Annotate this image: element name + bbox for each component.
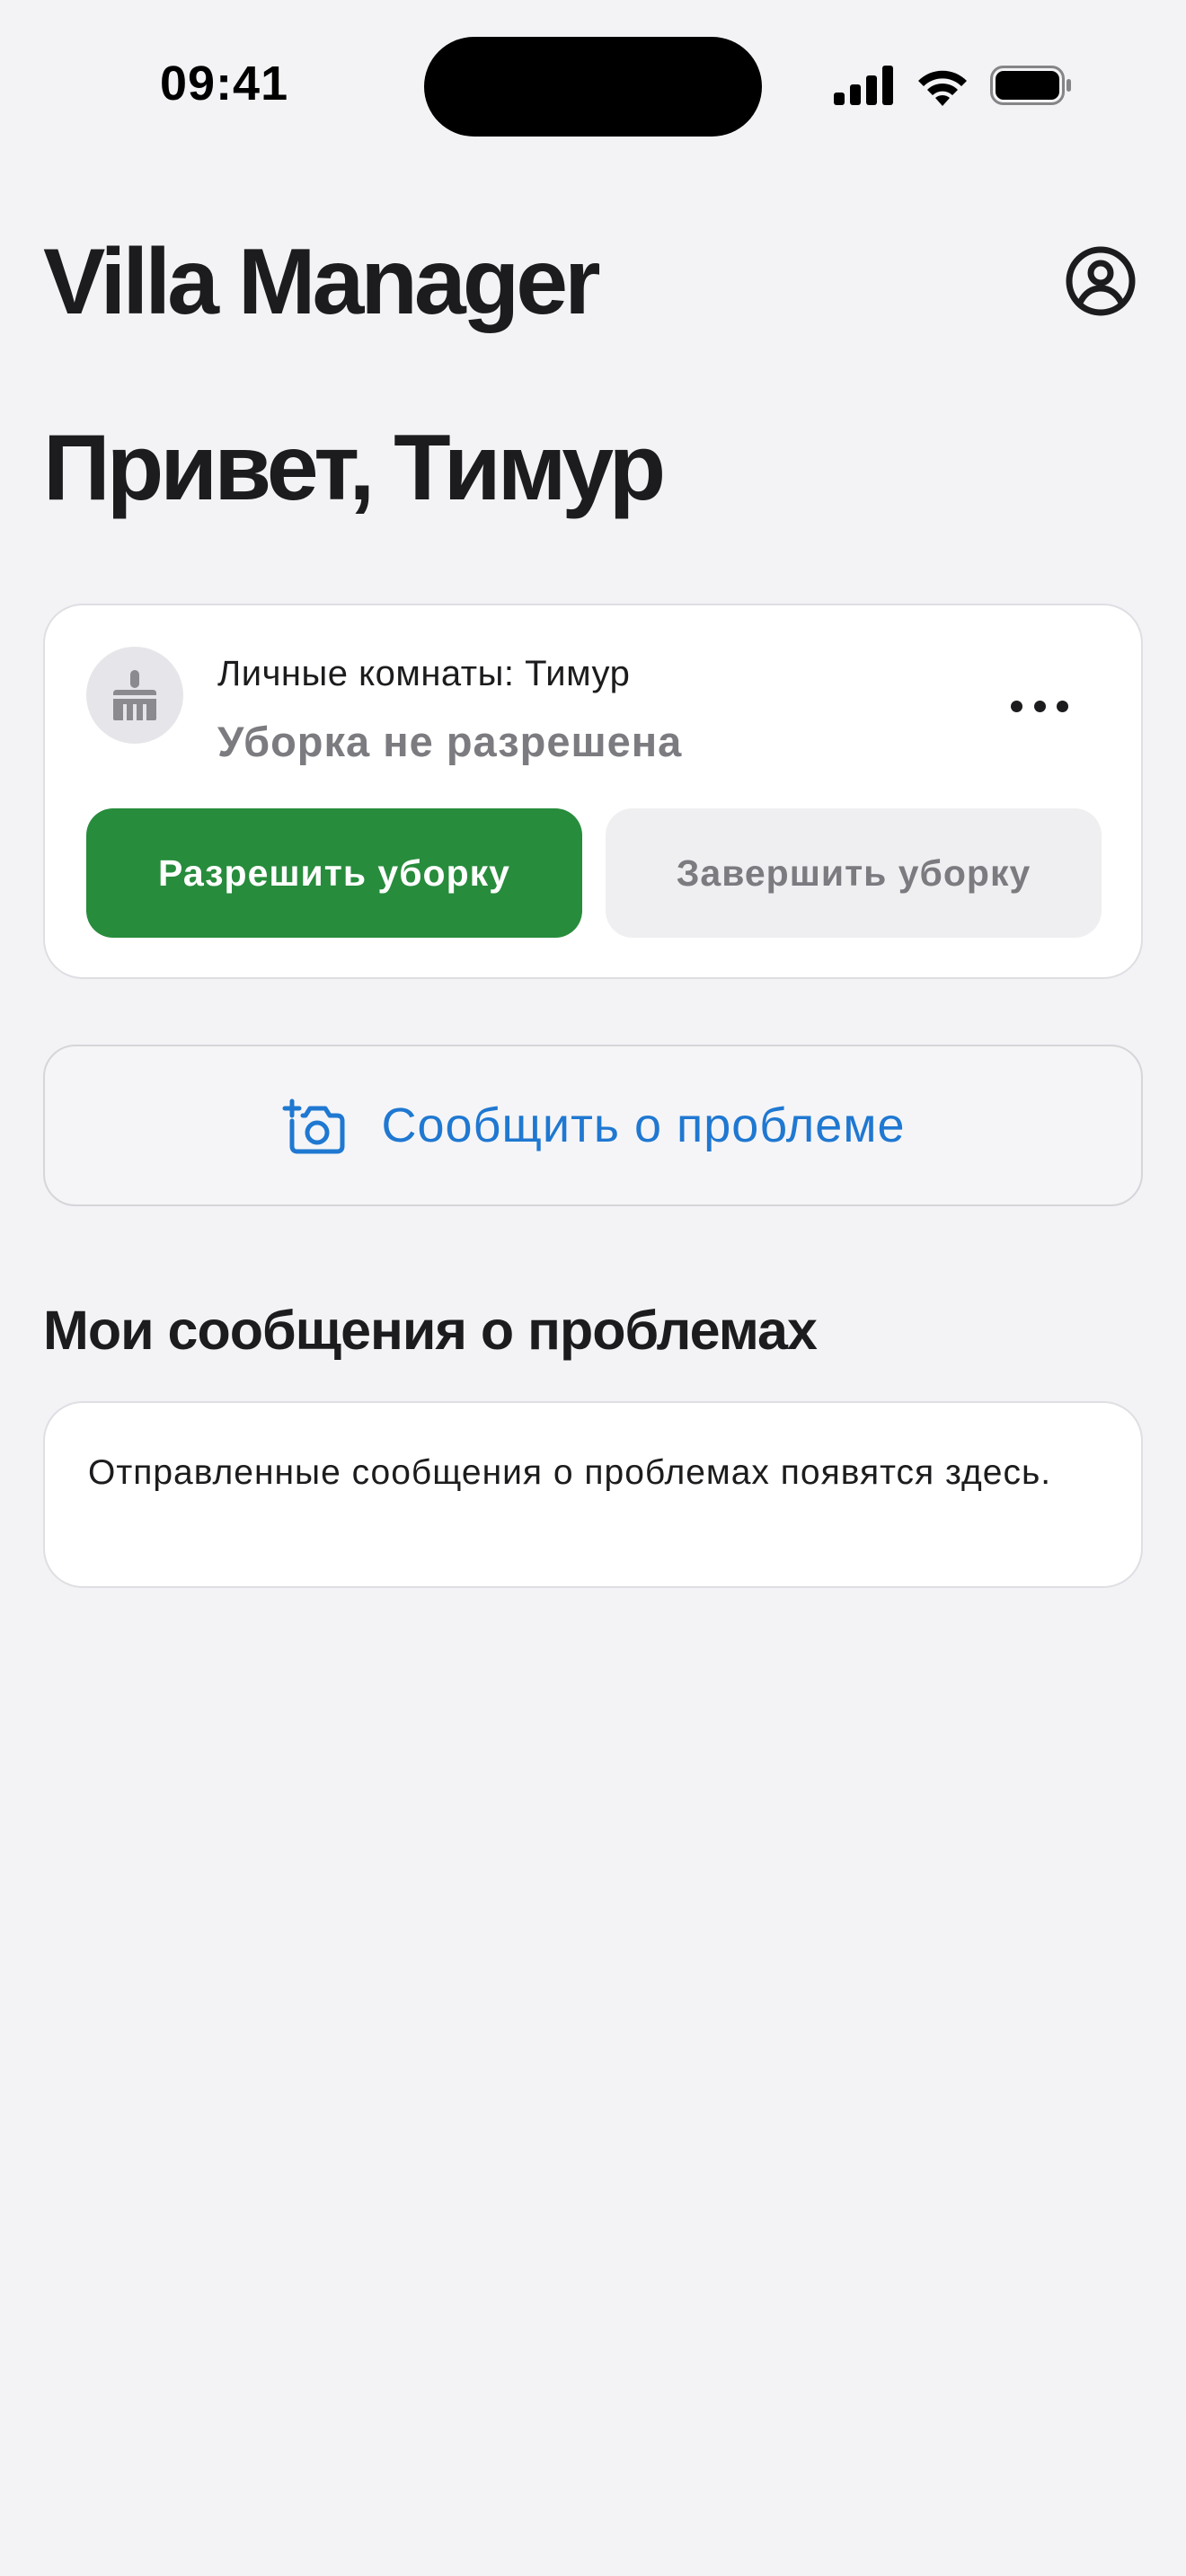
reports-empty-text: Отправленные сообщения о проблемах появя… xyxy=(88,1453,1052,1492)
greeting-heading: Привет, Тимур xyxy=(43,416,666,520)
cellular-signal-icon xyxy=(834,66,893,105)
allow-cleaning-button[interactable]: Разрешить уборку xyxy=(86,808,582,938)
cleaning-status: Уборка не разрешена xyxy=(217,718,683,765)
report-problem-label: Сообщить о проблеме xyxy=(381,1098,906,1152)
reports-empty-card: Отправленные сообщения о проблемах появя… xyxy=(43,1401,1143,1588)
report-problem-button[interactable]: Сообщить о проблеме xyxy=(43,1045,1143,1206)
room-icon-badge xyxy=(86,647,183,744)
person-circle-icon xyxy=(1066,246,1136,316)
room-card: Личные комнаты: Тимур Уборка не разрешен… xyxy=(43,604,1143,979)
finish-cleaning-button[interactable]: Завершить уборку xyxy=(606,808,1102,938)
battery-icon xyxy=(990,66,1071,105)
more-options-button[interactable] xyxy=(1011,695,1068,717)
camera-add-icon xyxy=(282,1098,344,1154)
profile-button[interactable] xyxy=(1065,245,1137,317)
room-name: Личные комнаты: Тимур xyxy=(217,654,631,693)
status-icons xyxy=(834,65,1073,106)
app-title: Villa Manager xyxy=(43,230,601,334)
screen: 09:41 Villa Manager Привет, Тимур Личные… xyxy=(0,0,1186,2576)
broom-icon xyxy=(113,670,156,720)
dynamic-island xyxy=(424,37,762,137)
wifi-icon xyxy=(918,70,967,106)
status-time: 09:41 xyxy=(160,57,289,110)
my-reports-title: Мои сообщения о проблемах xyxy=(43,1300,818,1361)
ellipsis-icon xyxy=(1011,700,1022,712)
